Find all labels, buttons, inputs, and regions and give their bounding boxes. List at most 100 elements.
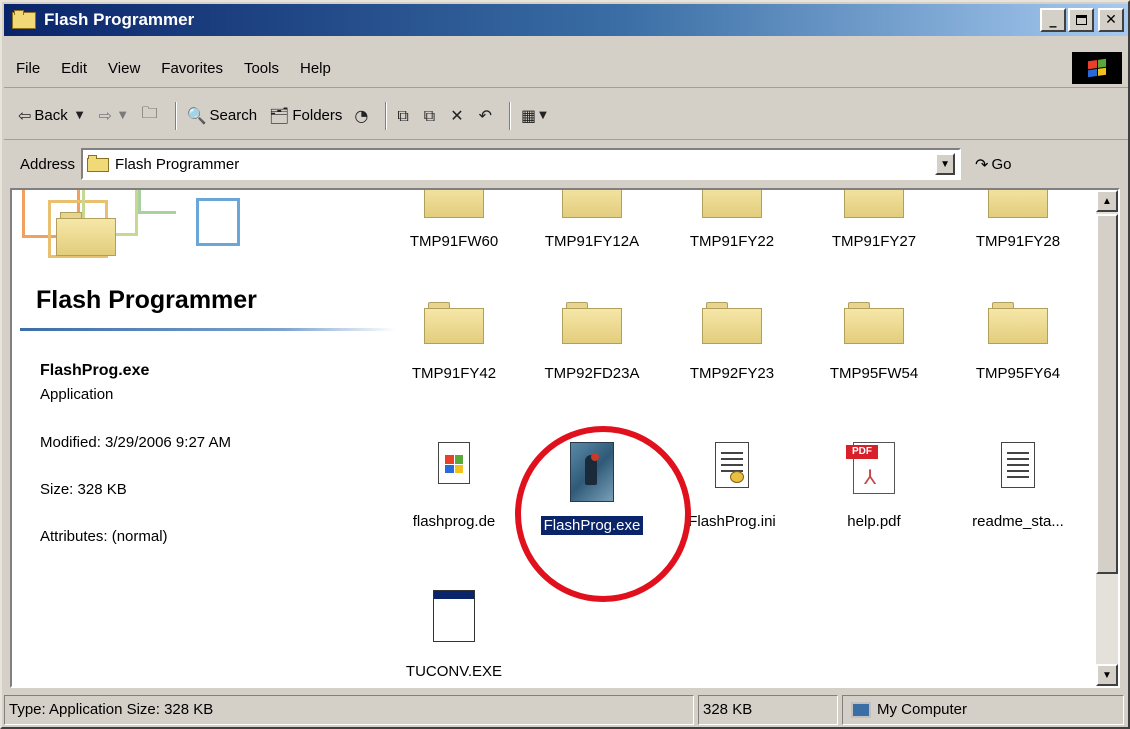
- decorative-square: [138, 190, 176, 214]
- folder-icon: [424, 302, 484, 344]
- address-dropdown-button[interactable]: ▼: [935, 153, 956, 175]
- undo-button[interactable]: ↶: [479, 106, 495, 125]
- file-label: readme_sta...: [972, 513, 1064, 530]
- folder-label: TMP91FY22: [689, 233, 775, 250]
- search-label: Search: [209, 107, 258, 124]
- delete-button[interactable]: ✕: [450, 106, 466, 125]
- pdf-badge: PDF: [846, 445, 878, 459]
- pane-divider: [20, 328, 396, 331]
- toolbar: ⇦ Back ▼ ⇨ ▼ 🗀 🔍 Search 🗂 Folders ◔ ⧉ ⧉: [4, 92, 1128, 140]
- folder-icon: [424, 190, 484, 218]
- maximize-button[interactable]: [1068, 8, 1094, 32]
- history-button[interactable]: ◔: [354, 106, 371, 125]
- file-item[interactable]: TUCONV.EXE: [388, 590, 520, 681]
- scroll-thumb[interactable]: [1096, 214, 1118, 574]
- selected-item-type: Application: [40, 386, 114, 403]
- menu-favorites[interactable]: Favorites: [161, 60, 223, 77]
- folders-tree-icon: 🗂: [269, 106, 290, 125]
- menu-edit[interactable]: Edit: [61, 60, 87, 77]
- folder-item[interactable]: TMP92FD23A: [526, 302, 658, 383]
- folder-item[interactable]: TMP92FY23: [666, 302, 798, 383]
- scroll-up-button[interactable]: ▲: [1096, 190, 1118, 212]
- go-label: Go: [991, 155, 1012, 173]
- folder-item[interactable]: TMP91FY42: [388, 302, 520, 383]
- folder-item[interactable]: TMP91FY28: [952, 190, 1084, 251]
- address-bar: Address Flash Programmer ▼ ↷ Go: [4, 144, 1128, 184]
- folder-item[interactable]: TMP95FY64: [952, 302, 1084, 383]
- forward-button[interactable]: ⇨ ▼: [98, 106, 129, 125]
- chevron-down-icon: ▼: [940, 158, 950, 170]
- folder-item[interactable]: TMP95FW54: [808, 302, 940, 383]
- file-item[interactable]: readme_sta...: [952, 442, 1084, 531]
- menu-file[interactable]: File: [16, 60, 40, 77]
- back-button[interactable]: ⇦ Back ▼: [18, 106, 86, 125]
- file-item[interactable]: FlashProg.ini: [666, 442, 798, 531]
- folder-view[interactable]: Flash Programmer FlashProg.exe Applicati…: [10, 188, 1120, 688]
- folder-icon: [702, 302, 762, 344]
- file-item[interactable]: flashprog.de: [388, 442, 520, 531]
- folder-icon: [844, 302, 904, 344]
- address-value: Flash Programmer: [115, 155, 240, 173]
- flashprog-app-icon: [570, 442, 614, 502]
- status-size: 328 KB: [698, 694, 838, 725]
- views-button[interactable]: ▦ ▼: [521, 106, 550, 125]
- up-folder-icon: 🗀: [141, 103, 158, 122]
- address-input[interactable]: Flash Programmer ▼: [81, 148, 962, 180]
- search-button[interactable]: 🔍 Search: [187, 106, 257, 125]
- file-item[interactable]: PDF ⅄ help.pdf: [808, 442, 940, 531]
- menu-help[interactable]: Help: [300, 60, 331, 77]
- menu-tools[interactable]: Tools: [244, 60, 279, 77]
- folder-label: TMP91FY42: [411, 365, 497, 382]
- chevron-down-icon: ▼: [1102, 669, 1112, 681]
- pane-title: Flash Programmer: [36, 286, 257, 314]
- chevron-up-icon: ▲: [1102, 195, 1112, 207]
- file-item-selected[interactable]: FlashProg.exe: [526, 442, 658, 535]
- folder-item[interactable]: TMP91FW60: [388, 190, 520, 251]
- selected-item-name: FlashProg.exe: [40, 362, 150, 379]
- folder-label: TMP95FY64: [975, 365, 1061, 382]
- address-label: Address: [20, 155, 76, 173]
- pdf-file-icon: PDF ⅄: [846, 442, 895, 494]
- folder-icon: [988, 190, 1048, 218]
- selected-item-attributes: Attributes: (normal): [40, 528, 168, 545]
- my-computer-icon: [851, 701, 871, 718]
- folder-label: TMP92FY23: [689, 365, 775, 382]
- selected-item-modified: Modified: 3/29/2006 9:27 AM: [40, 434, 231, 451]
- windows-logo-icon: [1072, 52, 1122, 84]
- vertical-scrollbar[interactable]: ▲ ▼: [1096, 190, 1118, 686]
- folder-label: TMP91FY12A: [544, 233, 640, 250]
- minimize-icon: _: [1049, 12, 1057, 28]
- menu-bar: File Edit View Favorites Tools Help: [4, 50, 1128, 88]
- file-label: help.pdf: [847, 513, 901, 530]
- go-button[interactable]: ↷ Go: [975, 155, 1011, 174]
- copy-to-button[interactable]: ⧉: [424, 106, 438, 126]
- views-icon: ▦: [521, 106, 537, 125]
- folder-label: TMP95FW54: [829, 365, 919, 382]
- minimize-button[interactable]: _: [1040, 8, 1066, 32]
- folder-icon: [562, 190, 622, 218]
- file-label: FlashProg.exe: [540, 516, 644, 535]
- folder-item[interactable]: TMP91FY12A: [526, 190, 658, 251]
- search-icon: 🔍: [186, 106, 207, 125]
- title-bar[interactable]: Flash Programmer _ ✕: [4, 4, 1128, 36]
- move-to-button[interactable]: ⧉: [397, 106, 411, 126]
- forward-arrow-icon: ⇨: [98, 106, 112, 125]
- folder-label: TMP92FD23A: [544, 365, 640, 382]
- selected-item-size: Size: 328 KB: [40, 481, 127, 498]
- scroll-down-button[interactable]: ▼: [1096, 664, 1118, 686]
- dll-file-icon: [438, 442, 470, 484]
- folder-item[interactable]: TMP91FY22: [666, 190, 798, 251]
- status-bar: Type: Application Size: 328 KB 328 KB My…: [4, 692, 1128, 727]
- status-zone-label: My Computer: [877, 701, 968, 718]
- folder-item[interactable]: TMP91FY27: [808, 190, 940, 251]
- maximize-icon: [1075, 15, 1087, 25]
- folder-label: TMP91FY28: [975, 233, 1061, 250]
- folders-button[interactable]: 🗂 Folders: [269, 106, 342, 125]
- decorative-square: [196, 198, 240, 246]
- menu-view[interactable]: View: [108, 60, 140, 77]
- close-button[interactable]: ✕: [1098, 8, 1124, 32]
- exe-window-icon: [433, 590, 475, 642]
- up-folder-button[interactable]: 🗀: [142, 102, 161, 129]
- file-label: FlashProg.ini: [688, 513, 776, 530]
- folder-icon: [988, 302, 1048, 344]
